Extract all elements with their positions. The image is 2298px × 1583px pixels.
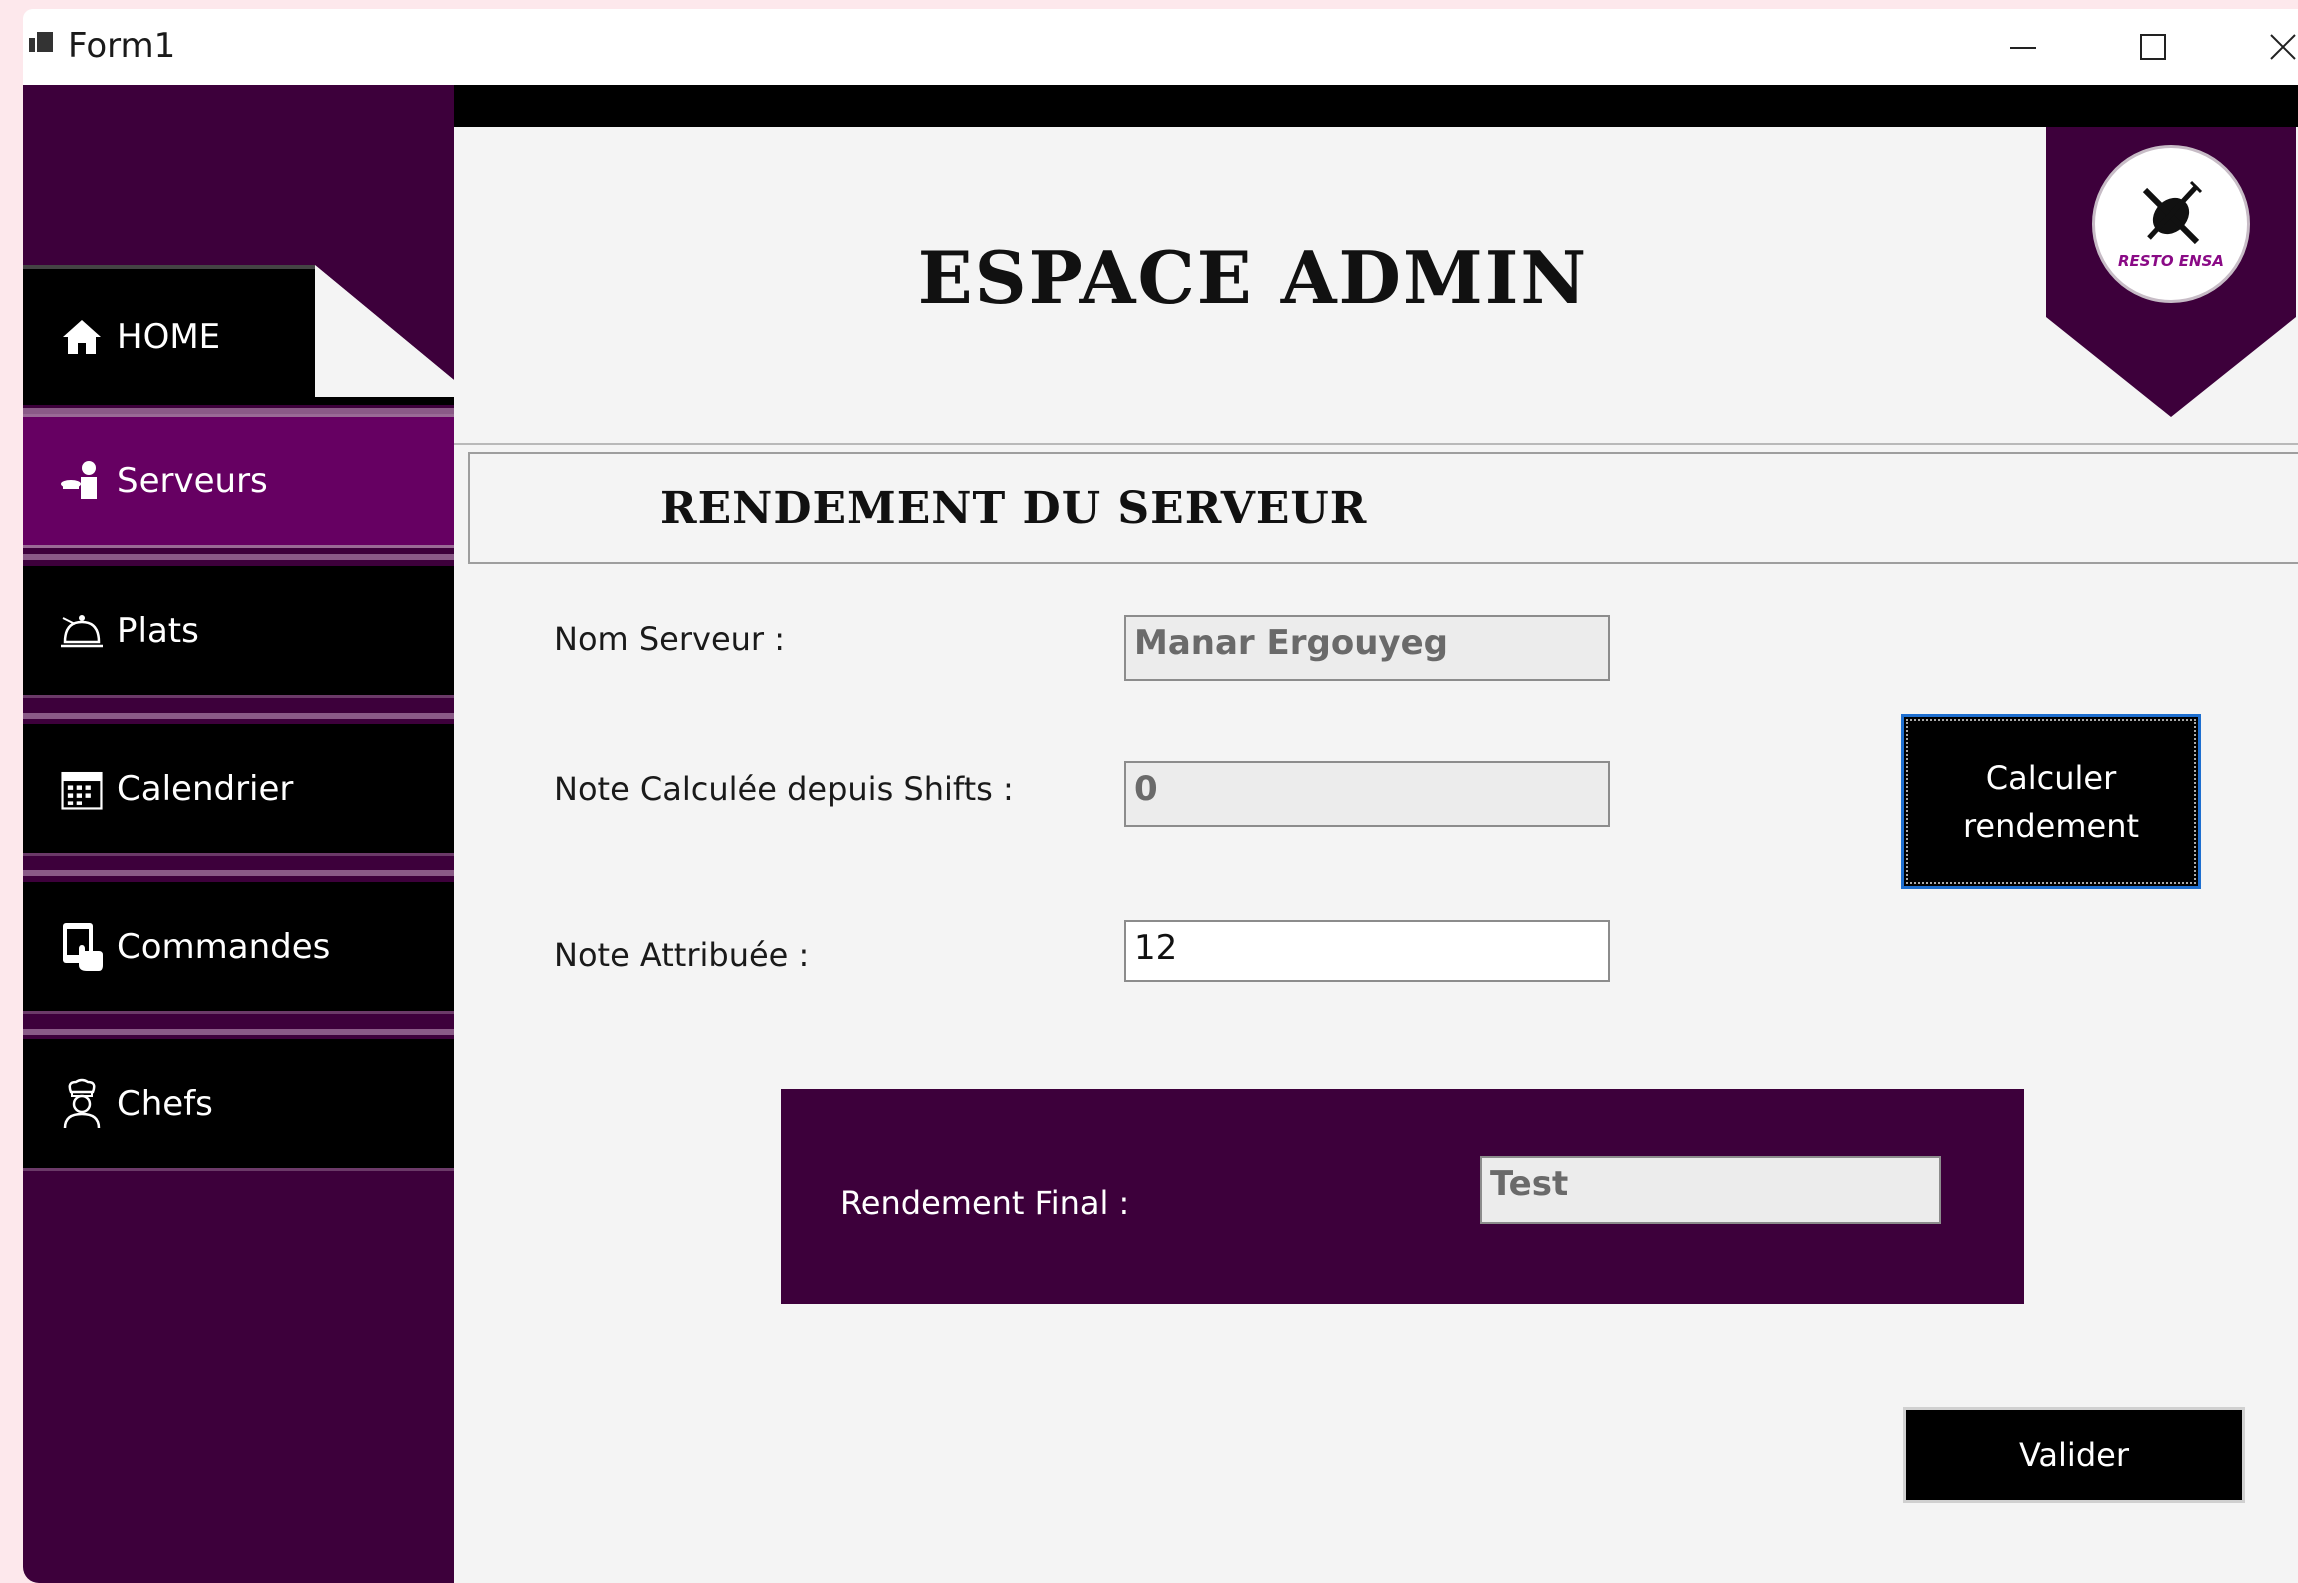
minimize-icon bbox=[2010, 47, 2036, 49]
resto-ensa-logo: RESTO ENSA bbox=[2092, 145, 2250, 303]
page-title: ESPACE ADMIN bbox=[917, 235, 1589, 320]
home-icon bbox=[59, 314, 105, 360]
sidebar-item-label: Serveurs bbox=[117, 461, 268, 501]
minimize-button[interactable] bbox=[1963, 9, 2083, 85]
nom-serveur-label: Nom Serveur : bbox=[554, 620, 786, 658]
cloche-icon bbox=[59, 608, 105, 654]
tablet-order-icon bbox=[59, 922, 105, 971]
sidebar-item-chefs[interactable]: Chefs bbox=[23, 1039, 454, 1171]
header-divider bbox=[454, 443, 2298, 445]
logo-text: RESTO ENSA bbox=[2117, 252, 2225, 270]
sidebar-item-home[interactable]: HOME bbox=[23, 265, 315, 405]
maximize-button[interactable] bbox=[2093, 9, 2213, 85]
note-attribuee-label: Note Attribuée : bbox=[554, 936, 810, 974]
app-icon bbox=[29, 32, 53, 52]
sidebar-item-commandes[interactable]: Commandes bbox=[23, 882, 454, 1014]
note-calculee-label: Note Calculée depuis Shifts : bbox=[554, 770, 1014, 808]
divider bbox=[23, 1029, 454, 1035]
sidebar-item-serveurs[interactable]: Serveurs bbox=[23, 414, 454, 548]
valider-button[interactable]: Valider bbox=[1903, 1407, 2245, 1503]
home-tab-fold bbox=[315, 265, 454, 405]
rendement-final-field[interactable]: Test bbox=[1480, 1156, 1941, 1224]
sidebar-item-label: Chefs bbox=[117, 1083, 213, 1124]
close-button[interactable] bbox=[2223, 9, 2298, 85]
sidebar-item-label: Commandes bbox=[117, 926, 331, 967]
top-bar bbox=[454, 85, 2298, 127]
calculer-label-line1: Calculer bbox=[1985, 758, 2117, 797]
calendar-icon bbox=[59, 766, 105, 812]
calculer-rendement-button[interactable]: Calculer rendement bbox=[1901, 714, 2201, 889]
section-title: RENDEMENT DU SERVEUR bbox=[660, 483, 1368, 534]
calculer-label-line2: rendement bbox=[1962, 806, 2140, 845]
note-calculee-field[interactable]: 0 bbox=[1124, 761, 1610, 827]
title-bar: Form1 bbox=[23, 9, 2298, 85]
rendement-final-label: Rendement Final : bbox=[840, 1184, 1130, 1222]
sidebar-item-label: Plats bbox=[117, 610, 199, 651]
window-title: Form1 bbox=[68, 26, 176, 66]
note-attribuee-input[interactable]: 12 bbox=[1124, 920, 1610, 982]
app-window: Form1 HOME Serveurs Plats Calendrier Com… bbox=[23, 9, 2298, 1583]
maximize-icon bbox=[2140, 34, 2166, 60]
cutlery-icon bbox=[2142, 180, 2203, 245]
divider bbox=[23, 870, 454, 876]
sidebar-item-label: Calendrier bbox=[117, 768, 294, 809]
sidebar-item-label: HOME bbox=[117, 317, 221, 357]
divider bbox=[23, 554, 454, 560]
chef-icon bbox=[59, 1078, 105, 1128]
divider bbox=[23, 713, 454, 719]
sidebar-item-plats[interactable]: Plats bbox=[23, 566, 454, 698]
nom-serveur-field[interactable]: Manar Ergouyeg bbox=[1124, 615, 1610, 681]
close-icon bbox=[2270, 34, 2296, 60]
home-underline bbox=[23, 397, 454, 405]
sidebar-item-calendrier[interactable]: Calendrier bbox=[23, 724, 454, 856]
waiter-icon bbox=[59, 458, 105, 504]
